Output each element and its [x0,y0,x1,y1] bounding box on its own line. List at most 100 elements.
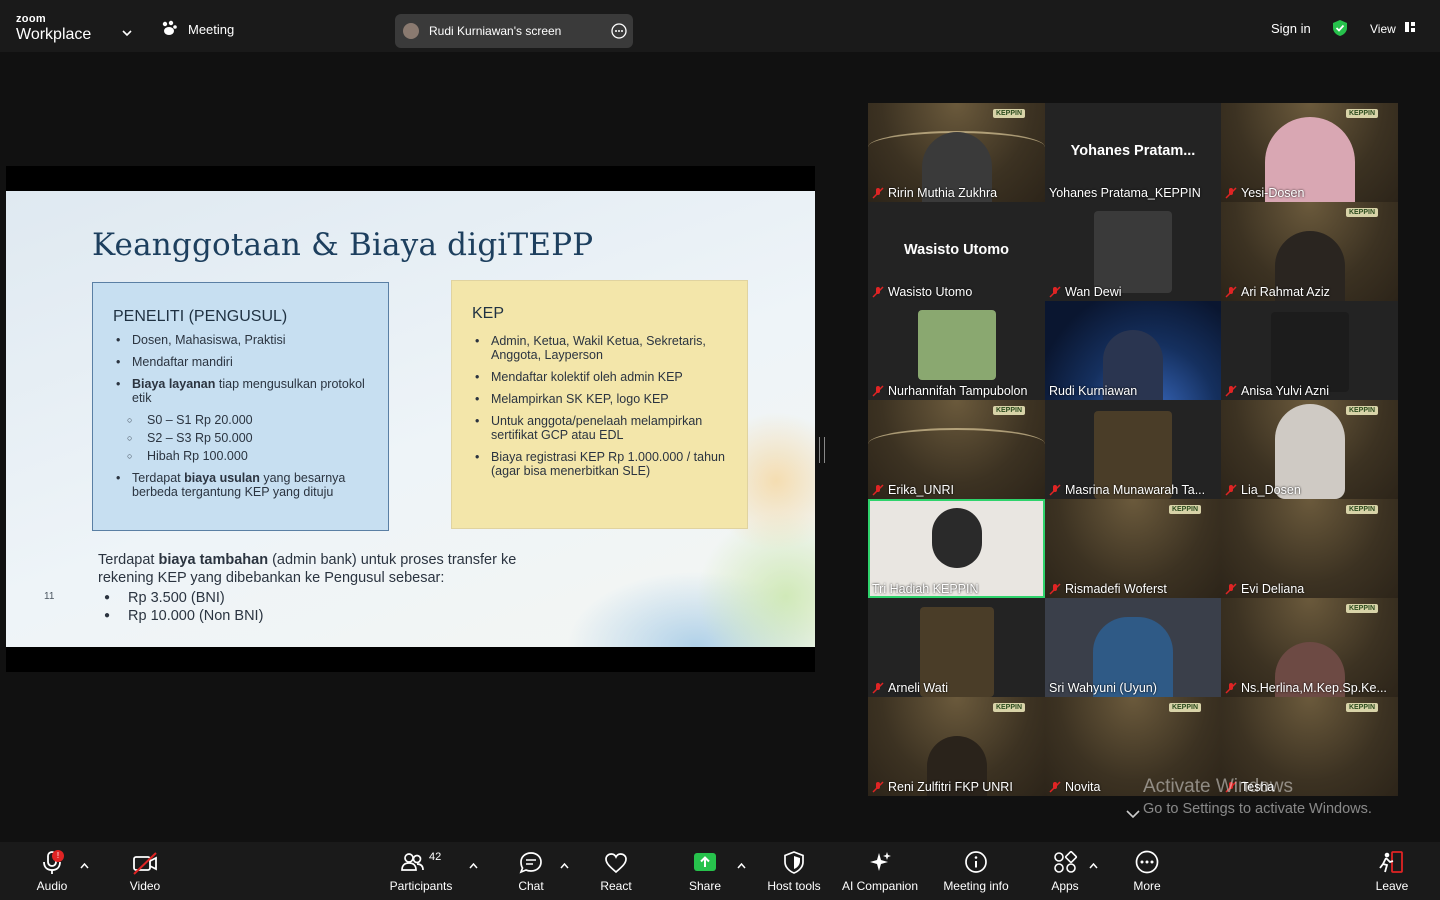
share-label: Share [688,879,722,893]
react-button[interactable]: React [596,850,636,893]
resize-handle[interactable] [819,437,825,463]
activation-watermark-title: Activate Windows [1143,776,1293,797]
caret-up-icon[interactable] [560,856,569,874]
avatar [403,23,419,39]
caret-up-icon[interactable] [469,856,478,874]
list-item: Mendaftar kolektif oleh admin KEP [472,370,734,384]
participant-name: Reni Zulfitri FKP UNRI [872,780,1013,794]
list-item: Rp 10.000 (Non BNI) [104,607,263,625]
sign-in-button[interactable]: Sign in [1271,21,1311,36]
screen-share-pill[interactable]: Rudi Kurniawan's screen [395,14,633,48]
list-subitem: S0 – S1 Rp 20.000 [113,413,378,427]
participant-name-text: Erika_UNRI [888,483,954,497]
more-button[interactable]: More [1128,850,1166,893]
leave-label: Leave [1375,879,1409,893]
participant-tile[interactable]: Masrina Munawarah Ta... [1045,400,1221,499]
participant-name: Novita [1049,780,1100,794]
meeting-button[interactable]: Meeting [160,20,234,39]
participant-tile[interactable]: KEPPIN Erika_UNRI [868,400,1045,499]
text: Terdapat [98,552,155,568]
keppin-logo: KEPPIN [1345,406,1378,415]
apps-button[interactable]: Apps [1048,850,1082,893]
sparkle-icon [840,850,920,876]
participant-video [917,310,996,380]
keppin-logo: KEPPIN [1345,505,1378,514]
participant-video [1094,211,1172,293]
keppin-logo: KEPPIN [992,109,1025,118]
mic-muted-icon [872,484,884,496]
participant-name-text: Arneli Wati [888,681,948,695]
participant-video [931,508,982,568]
participant-tile[interactable]: KEPPIN Yesi-Dosen [1221,103,1398,202]
more-options-icon[interactable] [611,23,627,42]
audio-button[interactable]: Audio ! [30,850,74,893]
info-icon [940,850,1012,876]
participant-tile[interactable]: KEPPIN Ari Rahmat Aziz [1221,202,1398,301]
page-number: 11 [44,591,55,602]
participant-tile[interactable]: KEPPIN Ririn Muthia Zukhra [868,103,1045,202]
keppin-logo: KEPPIN [1168,703,1201,712]
shield-check-icon[interactable] [1331,19,1349,42]
participant-tile[interactable]: Rudi Kurniawan [1045,301,1221,400]
participant-tile[interactable]: KEPPIN Lia_Dosen [1221,400,1398,499]
mic-muted-icon [1049,583,1061,595]
mic-muted-icon [1049,286,1061,298]
participant-tile[interactable]: Arneli Wati [868,598,1045,697]
share-screen-icon [686,850,724,876]
participant-tile[interactable]: KEPPIN Rismadefi Woferst [1045,499,1221,598]
paw-icon [160,20,178,39]
mic-muted-icon [872,781,884,793]
video-label: Video [129,879,161,893]
participant-tile[interactable]: Wan Dewi [1045,202,1221,301]
list-item: Terdapat biaya usulan yang besarnya berb… [113,471,378,499]
participant-name-text: Yesi-Dosen [1241,186,1305,200]
participant-name: Ns.Herlina,M.Kep.Sp.Ke... [1225,681,1387,695]
caret-up-icon[interactable] [80,856,89,874]
participant-video [1270,312,1349,392]
apps-icon [1048,850,1082,876]
keppin-logo: KEPPIN [1345,604,1378,613]
participant-tile[interactable]: Wasisto Utomo Wasisto Utomo [868,202,1045,301]
participant-tile[interactable]: Nurhannifah Tampubolon [868,301,1045,400]
bold-text: biaya usulan [184,471,260,485]
participant-name: Nurhannifah Tampubolon [872,384,1027,398]
participants-button[interactable]: 42 Participants [388,850,454,893]
mic-muted-icon [1225,286,1237,298]
leave-button[interactable]: Leave [1374,850,1410,893]
video-button[interactable]: Video [124,850,166,893]
caret-up-icon[interactable] [1089,856,1098,874]
participant-name-text: Ririn Muthia Zukhra [888,186,998,200]
host-tools-button[interactable]: Host tools [764,850,824,893]
participant-name-text: Wasisto Utomo [888,285,973,299]
chevron-down-icon[interactable] [122,24,132,42]
share-button[interactable]: Share [686,850,724,893]
mic-muted-icon [872,286,884,298]
participant-tile[interactable]: Sri Wahyuni (Uyun) [1045,598,1221,697]
top-bar: zoom Workplace Meeting Rudi Kurniawan's … [0,0,1440,52]
participant-tile[interactable]: KEPPIN Evi Deliana [1221,499,1398,598]
zoom-logo: zoom Workplace [16,14,91,43]
participant-name-text: Tri Hadiah KEPPIN [872,582,979,596]
brand-small: zoom [16,13,46,25]
brand-large: Workplace [16,26,92,43]
chat-button[interactable]: Chat [512,850,550,893]
meeting-info-button[interactable]: Meeting info [940,850,1012,893]
view-button[interactable]: View [1370,21,1416,36]
participant-tile[interactable]: KEPPIN Reni Zulfitri FKP UNRI [868,697,1045,796]
caret-up-icon[interactable] [737,856,746,874]
participant-tile[interactable]: Anisa Yulvi Azni [1221,301,1398,400]
list-subitem: S2 – S3 Rp 50.000 [113,431,378,445]
mic-muted-icon [872,187,884,199]
participant-name-text: Evi Deliana [1241,582,1305,596]
keppin-logo: KEPPIN [992,406,1025,415]
chat-icon [512,850,550,876]
keppin-logo: KEPPIN [1345,109,1378,118]
meeting-info-label: Meeting info [943,879,1009,893]
ai-companion-button[interactable]: AI Companion [840,850,920,893]
participant-tile[interactable]: Yohanes Pratam... Yohanes Pratama_KEPPIN [1045,103,1221,202]
mic-muted-icon [872,682,884,694]
view-label: View [1370,21,1396,36]
participant-tile[interactable]: KEPPIN Ns.Herlina,M.Kep.Sp.Ke... [1221,598,1398,697]
chevron-down-icon[interactable] [1126,806,1140,824]
participant-tile-active-speaker[interactable]: Tri Hadiah KEPPIN [868,499,1045,598]
